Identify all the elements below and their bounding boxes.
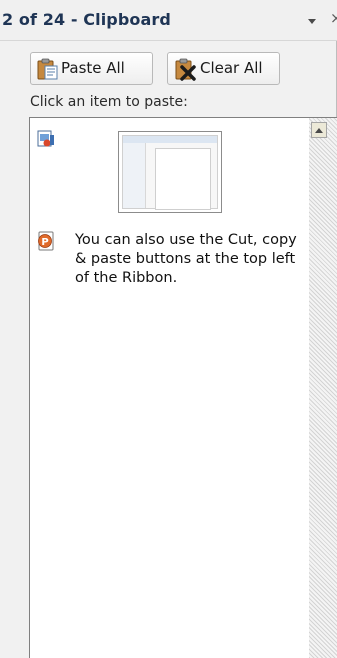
paste-all-label: Paste All [61, 59, 125, 77]
vertical-scrollbar[interactable] [309, 118, 337, 658]
powerpoint-item-icon: P [36, 231, 56, 251]
clipboard-item-text-content: You can also use the Cut, copy & paste b… [75, 232, 297, 286]
clear-x-icon [172, 56, 198, 82]
clipboard-paste-icon [35, 56, 61, 82]
clipboard-item-text[interactable]: P You can also use the Cut, copy & paste… [30, 228, 308, 338]
close-icon[interactable]: × [330, 9, 337, 27]
clear-all-label: Clear All [200, 59, 263, 77]
pane-title-bar: 2 of 24 - Clipboard × [0, 0, 337, 41]
clear-all-button[interactable]: Clear All [167, 52, 280, 85]
pane-title: 2 of 24 - Clipboard [2, 10, 171, 29]
paste-all-button[interactable]: Paste All [30, 52, 153, 85]
svg-text:P: P [41, 237, 48, 248]
scroll-up-button[interactable] [311, 122, 327, 138]
clipboard-task-pane: 2 of 24 - Clipboard × Paste All Clear Al… [0, 0, 337, 658]
clipboard-item-image[interactable] [30, 123, 308, 219]
paste-hint-label: Click an item to paste: [30, 94, 188, 110]
slide-screenshot-thumbnail [118, 131, 222, 213]
picture-item-icon [36, 129, 56, 149]
triangle-down-icon[interactable] [306, 12, 318, 24]
